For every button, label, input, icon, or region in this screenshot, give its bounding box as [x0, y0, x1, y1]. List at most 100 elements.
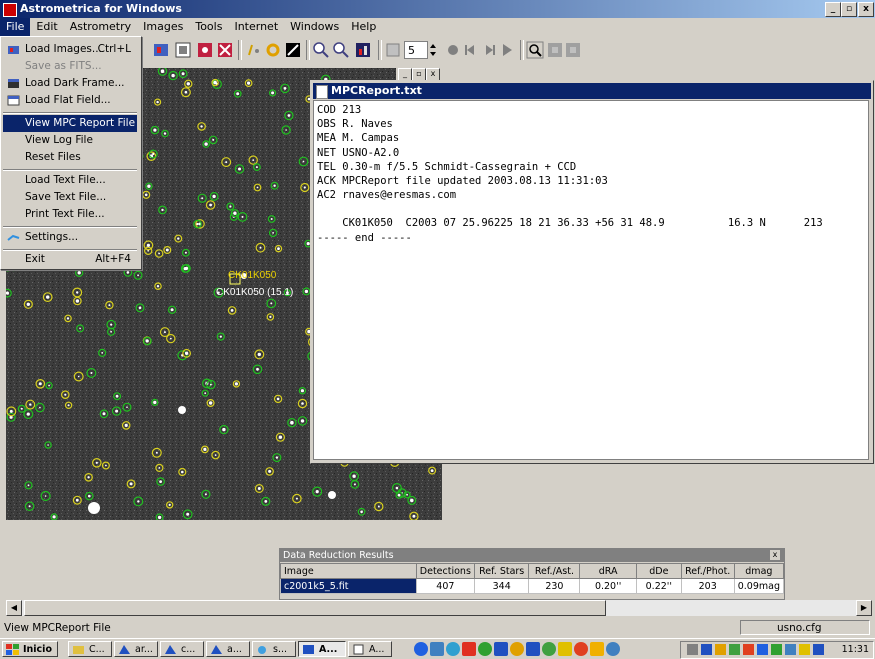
menu-file[interactable]: File	[0, 18, 31, 36]
taskbar-button[interactable]: C...	[68, 641, 112, 657]
quick-launch-icon[interactable]	[478, 642, 492, 656]
column-header[interactable]: dDe	[635, 563, 682, 579]
taskbar-button-active[interactable]: A...	[298, 641, 346, 657]
quick-launch-icon[interactable]	[606, 642, 620, 656]
menu-item-load-flat-field[interactable]: Load Flat Field...	[3, 92, 137, 109]
menu-item-exit[interactable]: Exit Alt+F4	[3, 251, 137, 268]
menu-help[interactable]: Help	[345, 18, 382, 36]
quick-launch-icon[interactable]	[590, 642, 604, 656]
table-cell[interactable]: 0.09mag	[733, 578, 785, 594]
select-image-icon[interactable]	[384, 41, 402, 59]
menu-images[interactable]: Images	[137, 18, 189, 36]
quick-launch-icon[interactable]	[494, 642, 508, 656]
table-cell[interactable]: 0.20''	[579, 578, 637, 594]
menu-item-settings[interactable]: Settings...	[3, 229, 137, 246]
column-header[interactable]: Ref./Ast.	[528, 563, 581, 579]
column-header[interactable]: Ref./Phot.	[680, 563, 735, 579]
table-cell[interactable]: c2001k5_5.fit	[280, 578, 417, 594]
menu-edit[interactable]: Edit	[30, 18, 63, 36]
menu-item-load-dark-frame[interactable]: Load Dark Frame...	[3, 75, 137, 92]
tray-icon[interactable]	[799, 644, 810, 655]
quick-launch-icon[interactable]	[510, 642, 524, 656]
tray-icon[interactable]	[813, 644, 824, 655]
data-reduction-close-button[interactable]: x	[770, 550, 780, 560]
data-reduction-title-bar[interactable]: Data Reduction Results x	[280, 549, 784, 562]
app-icon[interactable]	[3, 3, 17, 17]
menu-item-print-text-file[interactable]: Print Text File...	[3, 206, 137, 223]
mpc-report-title-bar[interactable]: MPCReport.txt	[313, 83, 871, 99]
quick-launch-icon[interactable]	[446, 642, 460, 656]
quick-launch-icon[interactable]	[574, 642, 588, 656]
column-header[interactable]: dmag	[733, 563, 785, 579]
menu-item-load-images[interactable]: Load Images... Ctrl+L	[3, 41, 137, 58]
grid-icon[interactable]	[546, 41, 564, 59]
menu-item-load-text-file[interactable]: Load Text File...	[3, 172, 137, 189]
restore-button[interactable]: ▫	[841, 2, 857, 17]
tray-icon[interactable]	[687, 644, 698, 655]
table-row[interactable]: c2001k5_5.fit 407 344 230 0.20'' 0.22'' …	[280, 578, 785, 594]
close-button[interactable]: x	[858, 2, 874, 17]
quick-launch-icon[interactable]	[462, 642, 476, 656]
data-reduction-panel[interactable]: Data Reduction Results x Image Detection…	[279, 548, 785, 600]
menu-item-view-mpc-report[interactable]: View MPC Report File	[3, 115, 137, 132]
data-reduction-icon[interactable]	[246, 41, 264, 59]
next-icon[interactable]	[480, 41, 498, 59]
histogram-icon[interactable]	[354, 41, 372, 59]
taskbar-button[interactable]: ar...	[114, 641, 158, 657]
column-header[interactable]: dRA	[579, 563, 637, 579]
column-header[interactable]: Ref. Stars	[473, 563, 530, 579]
tray-icon[interactable]	[715, 644, 726, 655]
scroll-right-arrow-icon[interactable]: ▶	[856, 600, 872, 616]
start-button[interactable]: Inicio	[2, 641, 58, 657]
column-header[interactable]: Image	[280, 563, 417, 579]
table-cell[interactable]: 203	[680, 578, 735, 594]
zoom-out-icon[interactable]	[332, 41, 350, 59]
record-icon[interactable]	[444, 41, 462, 59]
moving-object-icon[interactable]	[284, 41, 302, 59]
quick-launch-icon[interactable]	[542, 642, 556, 656]
image-number-spinner[interactable]: 5	[404, 41, 428, 59]
spinner-arrows-icon[interactable]	[428, 41, 438, 59]
menu-tools[interactable]: Tools	[189, 18, 228, 36]
quick-launch-icon[interactable]	[430, 642, 444, 656]
quick-launch-icon[interactable]	[414, 642, 428, 656]
taskbar-button[interactable]: a...	[206, 641, 250, 657]
taskbar-button[interactable]: s...	[252, 641, 296, 657]
blink-icon[interactable]	[152, 41, 170, 59]
scroll-left-arrow-icon[interactable]: ◀	[6, 600, 22, 616]
horizontal-scrollbar[interactable]: ◀ ▶	[6, 600, 872, 616]
table-cell[interactable]: 344	[473, 578, 530, 594]
star-chart-icon[interactable]	[196, 41, 214, 59]
tray-icon[interactable]	[743, 644, 754, 655]
search-icon[interactable]	[526, 41, 544, 59]
settings-small-icon[interactable]	[564, 41, 582, 59]
tray-icon[interactable]	[729, 644, 740, 655]
tray-icon[interactable]	[785, 644, 796, 655]
menu-item-reset-files[interactable]: Reset Files	[3, 149, 137, 166]
known-objects-icon[interactable]	[216, 41, 234, 59]
quick-launch-icon[interactable]	[526, 642, 540, 656]
mpc-report-text-area[interactable]: COD 213 OBS R. Naves MEA M. Campas NET USNO…	[313, 100, 869, 460]
table-cell[interactable]: 0.22''	[635, 578, 682, 594]
mpc-report-window[interactable]: MPCReport.txt COD 213 OBS R. Naves MEA M. …	[310, 80, 874, 464]
previous-icon[interactable]	[462, 41, 480, 59]
tray-icon[interactable]	[757, 644, 768, 655]
taskbar-button[interactable]: A...	[348, 641, 392, 657]
tray-icon[interactable]	[701, 644, 712, 655]
play-icon[interactable]	[498, 41, 516, 59]
menu-astrometry[interactable]: Astrometry	[64, 18, 137, 36]
menu-item-view-log-file[interactable]: View Log File	[3, 132, 137, 149]
tray-icon[interactable]	[771, 644, 782, 655]
image-properties-icon[interactable]	[174, 41, 192, 59]
minimize-button[interactable]: _	[825, 2, 841, 17]
taskbar-button[interactable]: c...	[160, 641, 204, 657]
column-header[interactable]: Detections	[415, 563, 475, 579]
object-circle-icon[interactable]	[264, 41, 282, 59]
menu-windows[interactable]: Windows	[284, 18, 345, 36]
scrollbar-thumb[interactable]	[24, 600, 606, 616]
table-cell[interactable]: 407	[415, 578, 475, 594]
menu-internet[interactable]: Internet	[228, 18, 284, 36]
menu-item-save-text-file[interactable]: Save Text File...	[3, 189, 137, 206]
table-cell[interactable]: 230	[528, 578, 581, 594]
quick-launch-icon[interactable]	[558, 642, 572, 656]
